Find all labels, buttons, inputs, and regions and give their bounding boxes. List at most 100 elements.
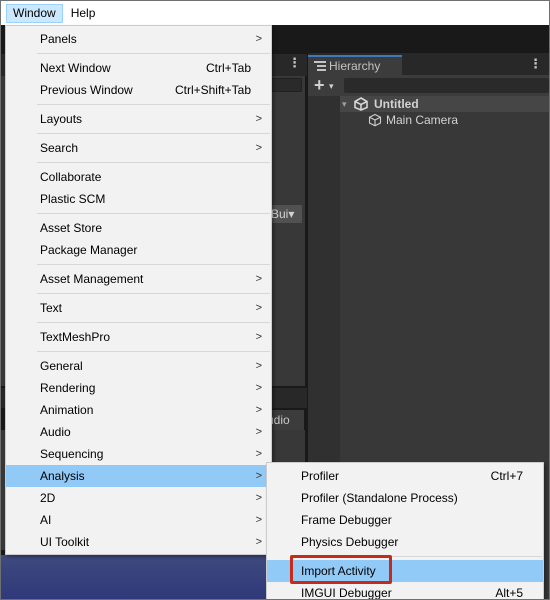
menu-separator — [37, 322, 270, 323]
scene-view[interactable] — [1, 555, 307, 599]
menu-item-label: Package Manager — [40, 243, 138, 257]
submenu-item-imgui-debugger[interactable]: IMGUI Debugger Alt+5 — [267, 582, 543, 600]
hierarchy-tabbar: Hierarchy ⋮ — [308, 53, 549, 75]
menu-item-text[interactable]: Text > — [6, 297, 271, 319]
chevron-right-icon: > — [255, 302, 262, 314]
submenu-item-import-activity[interactable]: Import Activity — [267, 560, 543, 582]
menu-item-label: 2D — [40, 491, 56, 505]
tab-hierarchy-label: Hierarchy — [329, 59, 381, 73]
build-dropdown-label: Bui — [271, 207, 289, 221]
menu-separator — [37, 351, 270, 352]
menu-bar: Window Help — [1, 1, 549, 25]
menu-item-audio[interactable]: Audio > — [6, 421, 271, 443]
menu-item-label: Rendering — [40, 381, 96, 395]
menu-item-collaborate[interactable]: Collaborate — [6, 166, 271, 188]
menu-item-asset-store[interactable]: Asset Store — [6, 217, 271, 239]
chevron-right-icon: > — [255, 142, 262, 154]
menu-separator — [298, 556, 542, 557]
chevron-right-icon: > — [255, 404, 262, 416]
menu-item-label: IMGUI Debugger — [301, 586, 392, 600]
chevron-right-icon: > — [255, 331, 262, 343]
hierarchy-camera-row[interactable]: Main Camera — [368, 112, 549, 128]
menu-item-rendering[interactable]: Rendering > — [6, 377, 271, 399]
menu-item-textmeshpro[interactable]: TextMeshPro > — [6, 326, 271, 348]
menu-separator — [37, 293, 270, 294]
menu-item-analysis[interactable]: Analysis > — [6, 465, 271, 487]
menu-separator — [37, 213, 270, 214]
chevron-right-icon: > — [255, 492, 262, 504]
left-panel-field[interactable] — [270, 78, 302, 92]
menu-separator — [37, 264, 270, 265]
camera-name: Main Camera — [386, 113, 459, 127]
scene-name: Untitled — [374, 97, 419, 111]
chevron-right-icon: > — [255, 448, 262, 460]
menu-item-label: Profiler (Standalone Process) — [301, 491, 458, 505]
submenu-item-frame-debugger[interactable]: Frame Debugger — [267, 509, 543, 531]
submenu-item-profiler-standalone-process[interactable]: Profiler (Standalone Process) — [267, 487, 543, 509]
menu-help[interactable]: Help — [64, 4, 103, 23]
menu-item-previous-window[interactable]: Previous Window Ctrl+Shift+Tab — [6, 79, 271, 101]
menu-item-label: Text — [40, 301, 63, 315]
menu-item-asset-management[interactable]: Asset Management > — [6, 268, 271, 290]
menu-item-label: Layouts — [40, 112, 83, 126]
menu-item-animation[interactable]: Animation > — [6, 399, 271, 421]
hierarchy-toolbar: + ▾ — [308, 75, 549, 96]
menu-item-panels[interactable]: Panels > — [6, 28, 271, 50]
menu-item-ai[interactable]: AI > — [6, 509, 271, 531]
menu-separator — [37, 133, 270, 134]
menu-item-label: Sequencing — [40, 447, 104, 461]
menu-item-package-manager[interactable]: Package Manager — [6, 239, 271, 261]
menu-item-2d[interactable]: 2D > — [6, 487, 271, 509]
menu-item-label: Audio — [40, 425, 71, 439]
menu-item-ui-toolkit[interactable]: UI Toolkit > — [6, 531, 271, 553]
menu-item-label: Search — [40, 141, 79, 155]
menu-item-shortcut: Ctrl+7 — [490, 469, 523, 483]
menu-item-label: AI — [40, 513, 52, 527]
menu-separator — [37, 53, 270, 54]
hierarchy-search-input[interactable] — [344, 78, 549, 93]
hierarchy-scene-row[interactable]: ▾ Untitled — [340, 96, 549, 112]
menu-item-label: Physics Debugger — [301, 535, 399, 549]
window-menu: Panels > Next Window Ctrl+Tab Previous Windo… — [5, 25, 272, 555]
menu-item-label: Animation — [40, 403, 94, 417]
menu-item-label: Panels — [40, 32, 77, 46]
add-object-button[interactable]: + — [314, 75, 325, 95]
menu-item-label: UI Toolkit — [40, 535, 90, 549]
chevron-down-icon: ▾ — [288, 207, 295, 221]
chevron-right-icon: > — [255, 470, 262, 482]
chevron-down-icon[interactable]: ▾ — [329, 76, 334, 96]
menu-item-label: Asset Store — [40, 221, 103, 235]
left-panel-menu-icon[interactable]: ⋮ — [288, 55, 301, 71]
analysis-submenu: Profiler Ctrl+7 Profiler (Standalone Proce… — [266, 462, 544, 600]
hierarchy-menu-icon[interactable]: ⋮ — [529, 56, 542, 72]
expand-arrow-icon[interactable]: ▾ — [342, 99, 347, 110]
tab-hierarchy[interactable]: Hierarchy — [308, 55, 402, 75]
menu-item-label: Import Activity — [301, 564, 376, 578]
menu-item-shortcut: Alt+5 — [495, 586, 523, 600]
menu-item-label: Analysis — [40, 469, 85, 483]
menu-item-shortcut: Ctrl+Shift+Tab — [174, 83, 251, 97]
chevron-right-icon: > — [255, 273, 262, 285]
menu-item-layouts[interactable]: Layouts > — [6, 108, 271, 130]
menu-item-plastic-scm[interactable]: Plastic SCM — [6, 188, 271, 210]
build-dropdown[interactable]: Bui▾ — [270, 205, 302, 223]
menu-item-label: Previous Window — [40, 83, 133, 97]
chevron-right-icon: > — [255, 33, 262, 45]
menu-item-label: Frame Debugger — [301, 513, 392, 527]
chevron-right-icon: > — [255, 360, 262, 372]
menu-item-label: Profiler — [301, 469, 340, 483]
menu-window[interactable]: Window — [6, 3, 63, 23]
chevron-right-icon: > — [255, 426, 262, 438]
menu-item-shortcut: Ctrl+Tab — [205, 61, 251, 75]
submenu-item-physics-debugger[interactable]: Physics Debugger — [267, 531, 543, 553]
chevron-right-icon: > — [255, 514, 262, 526]
menu-item-sequencing[interactable]: Sequencing > — [6, 443, 271, 465]
submenu-item-profiler[interactable]: Profiler Ctrl+7 — [267, 465, 543, 487]
menu-item-search[interactable]: Search > — [6, 137, 271, 159]
menu-item-general[interactable]: General > — [6, 355, 271, 377]
unity-scene-icon — [354, 97, 368, 111]
menu-item-next-window[interactable]: Next Window Ctrl+Tab — [6, 57, 271, 79]
menu-item-label: Next Window — [40, 61, 111, 75]
menu-item-label: General — [40, 359, 83, 373]
chevron-right-icon: > — [255, 382, 262, 394]
